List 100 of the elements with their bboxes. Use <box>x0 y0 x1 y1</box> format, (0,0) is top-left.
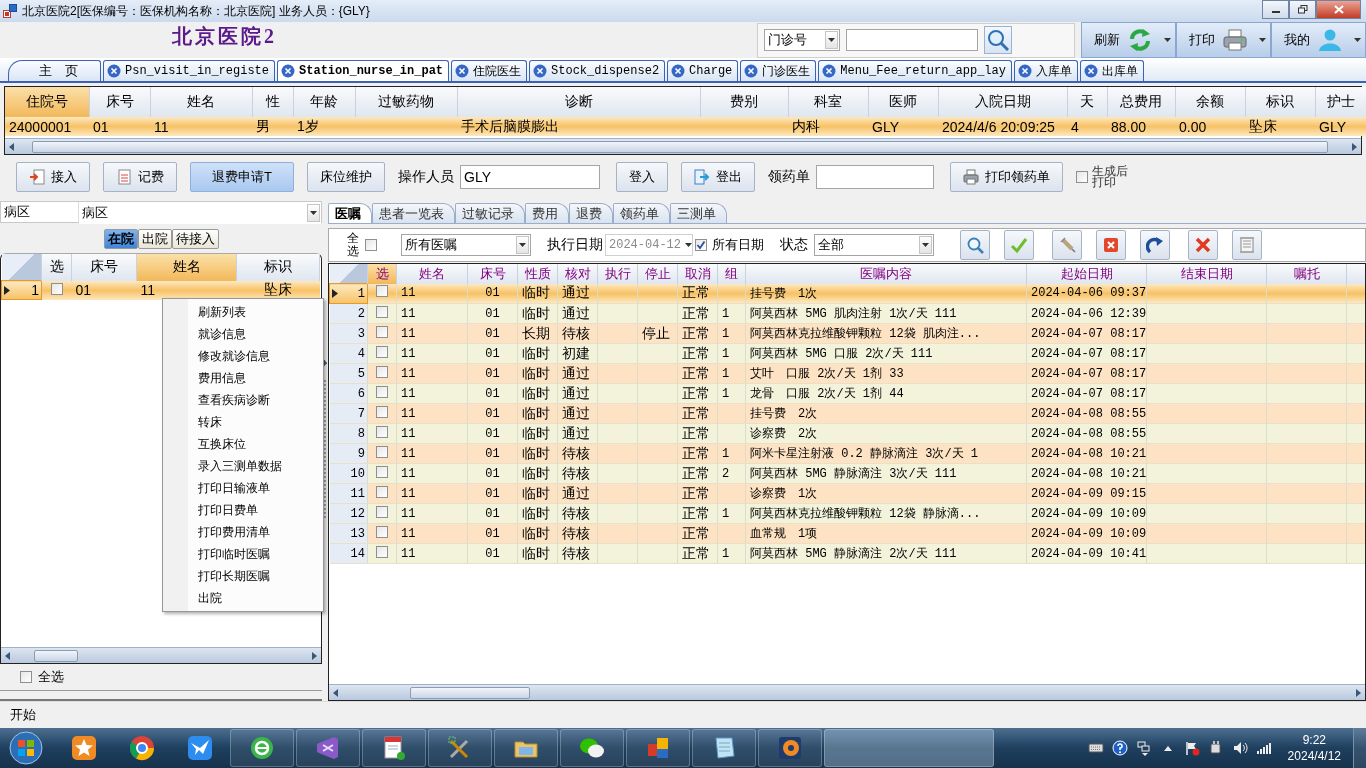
status-dropdown[interactable]: 全部 <box>814 234 934 256</box>
row-header[interactable]: 3 <box>329 323 368 344</box>
checkbox[interactable] <box>376 445 388 458</box>
document-tab[interactable]: 主 页 <box>8 60 101 81</box>
search-button[interactable] <box>960 230 990 260</box>
search-field[interactable] <box>846 29 978 51</box>
toolbar-button[interactable]: 接入 <box>16 162 90 192</box>
minimize-button[interactable] <box>1262 0 1289 19</box>
checkbox[interactable] <box>376 405 388 418</box>
checkbox[interactable] <box>20 671 32 683</box>
document-tab[interactable]: 入库单 <box>1013 60 1078 81</box>
menu-item[interactable]: 打印长期医嘱 <box>163 565 323 587</box>
start-button[interactable] <box>6 728 46 768</box>
document-tab[interactable]: Stock_dispense2 <box>529 60 666 81</box>
row-header[interactable]: 1 <box>329 283 368 304</box>
checkbox[interactable] <box>376 365 388 378</box>
document-tab[interactable]: 住院医生 <box>451 60 528 81</box>
taskbar-button[interactable] <box>494 729 558 767</box>
tab[interactable]: 过敏记录 <box>455 203 525 223</box>
horizontal-scrollbar[interactable] <box>1 647 321 663</box>
print-button[interactable]: 打印 <box>1176 22 1271 58</box>
filter-tab[interactable]: 待接入 <box>171 229 219 249</box>
row-header[interactable]: 14 <box>329 543 368 564</box>
checkbox[interactable] <box>695 239 707 251</box>
approve-button[interactable] <box>1004 230 1034 260</box>
checkbox[interactable] <box>376 525 388 538</box>
menu-item[interactable]: 查看疾病诊断 <box>163 389 323 411</box>
toolbar-button[interactable]: 登入 <box>616 162 668 192</box>
document-tab[interactable]: 门诊医生 <box>740 60 817 81</box>
redo-button[interactable] <box>1140 230 1170 260</box>
taskbar-button[interactable] <box>692 729 756 767</box>
checkbox[interactable] <box>365 239 377 251</box>
refresh-button[interactable]: 刷新 <box>1081 22 1176 58</box>
order-filter-dropdown[interactable]: 所有医嘱 <box>401 234 531 256</box>
checkbox[interactable] <box>1076 171 1088 183</box>
row-header[interactable]: 4 <box>329 343 368 364</box>
menu-item[interactable]: 互换床位 <box>163 433 323 455</box>
document-tab[interactable]: Menu_Fee_return_app_lay <box>818 60 1012 81</box>
checkbox[interactable] <box>376 545 388 558</box>
menu-item[interactable]: 刷新列表 <box>163 301 323 323</box>
menu-item[interactable]: 就诊信息 <box>163 323 323 345</box>
menu-item[interactable]: 出院 <box>163 587 323 609</box>
menu-item[interactable]: 修改就诊信息 <box>163 345 323 367</box>
row-header[interactable]: 6 <box>329 383 368 404</box>
menu-item[interactable]: 费用信息 <box>163 367 323 389</box>
row-header[interactable]: 12 <box>329 503 368 524</box>
taskbar-button[interactable] <box>230 729 294 767</box>
tab[interactable]: 三测单 <box>670 203 727 223</box>
profile-button[interactable]: 我的 <box>1271 22 1366 58</box>
checkbox[interactable] <box>376 305 388 318</box>
stop-button[interactable] <box>1096 230 1126 260</box>
tab[interactable]: 领药单 <box>613 203 670 223</box>
checkbox[interactable] <box>376 425 388 438</box>
menu-item[interactable]: 打印日费单 <box>163 499 323 521</box>
document-tab[interactable]: Psn_visit_in_registe <box>103 60 276 81</box>
taskbar-button[interactable] <box>626 729 690 767</box>
row-header[interactable]: 7 <box>329 403 368 424</box>
checkbox[interactable] <box>376 285 388 298</box>
input-field[interactable] <box>816 165 934 189</box>
search-type-dropdown[interactable]: 门诊号 <box>764 29 840 51</box>
row-header[interactable]: 2 <box>329 303 368 324</box>
menu-item[interactable]: 录入三测单数据 <box>163 455 323 477</box>
taskbar-button[interactable] <box>362 729 426 767</box>
delete-button[interactable] <box>1188 230 1218 260</box>
menu-item[interactable]: 打印费用清单 <box>163 521 323 543</box>
list-button[interactable] <box>1232 230 1262 260</box>
row-header[interactable]: 5 <box>329 363 368 384</box>
row-header[interactable]: 9 <box>329 443 368 464</box>
horizontal-scrollbar[interactable] <box>329 684 1365 700</box>
checkbox[interactable] <box>376 485 388 498</box>
toolbar-button[interactable]: 打印领药单 <box>950 162 1063 192</box>
checkbox[interactable] <box>50 283 63 295</box>
toolbar-button[interactable]: 床位维护 <box>307 162 385 192</box>
close-button[interactable] <box>1316 0 1361 19</box>
checkbox[interactable] <box>376 385 388 398</box>
row-header[interactable]: 1 <box>1 280 42 300</box>
tab[interactable]: 退费 <box>569 203 613 223</box>
toolbar-button[interactable]: 登出 <box>681 162 755 192</box>
execute-button[interactable] <box>1052 230 1082 260</box>
restore-button[interactable] <box>1289 0 1316 19</box>
tab[interactable]: 患者一览表 <box>372 203 455 223</box>
document-tab[interactable]: Station_nurse_in_pat <box>277 60 450 81</box>
toolbar-button[interactable]: 记费 <box>103 162 177 192</box>
row-header[interactable]: 13 <box>329 523 368 544</box>
menu-item[interactable]: 转床 <box>163 411 323 433</box>
row-header[interactable]: 10 <box>329 463 368 484</box>
checkbox[interactable] <box>376 325 388 338</box>
search-button[interactable] <box>984 26 1012 54</box>
tab[interactable]: 医嘱 <box>328 203 372 223</box>
checkbox[interactable] <box>376 465 388 478</box>
checkbox[interactable] <box>376 505 388 518</box>
ward-dropdown[interactable]: 病区 <box>79 202 321 224</box>
taskbar-button[interactable] <box>560 729 624 767</box>
checkbox[interactable] <box>376 345 388 358</box>
horizontal-scrollbar[interactable] <box>5 138 1361 154</box>
row-header[interactable]: 11 <box>329 483 368 504</box>
filter-tab[interactable]: 在院 <box>103 229 138 249</box>
document-tab[interactable]: 出库单 <box>1079 60 1144 81</box>
menu-item[interactable]: 打印日输液单 <box>163 477 323 499</box>
show-desktop-button[interactable] <box>1353 728 1366 768</box>
